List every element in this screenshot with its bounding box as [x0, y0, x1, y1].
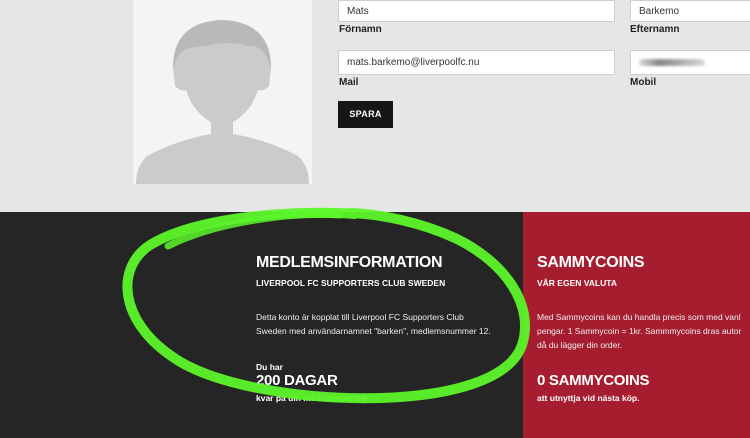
sammycoins-subtitle: VÅR EGEN VALUTA: [537, 278, 617, 288]
blurred-phone-number: [639, 59, 705, 66]
phone-label: Mobil: [630, 77, 657, 88]
first-name-label: Förnamn: [339, 24, 382, 35]
days-caption: kvar på din medlemsperiod: [256, 393, 367, 403]
avatar[interactable]: [133, 0, 312, 184]
days-remaining: 200 DAGAR: [256, 372, 338, 389]
sammycoins-balance: 0 SAMMYCOINS: [537, 372, 650, 389]
email-label: Mail: [339, 77, 359, 88]
save-button[interactable]: SPARA: [338, 101, 393, 128]
membership-title: MEDLEMSINFORMATION: [256, 254, 443, 271]
sammycoins-description-line-1: Med Sammycoins kan du handla precis som …: [537, 312, 741, 322]
membership-description: Detta konto är kopplat till Liverpool FC…: [256, 310, 491, 338]
sammycoins-title: SAMMYCOINS: [537, 254, 645, 271]
sammycoins-description-line-3: då du lägger din order.: [537, 340, 623, 350]
email-field[interactable]: mats.barkemo@liverpoolfc.nu: [338, 50, 615, 75]
membership-description-line-2: Sweden med användarnamnet "barken", medl…: [256, 326, 491, 336]
last-name-label: Efternamn: [630, 24, 680, 35]
phone-field[interactable]: [630, 50, 750, 75]
membership-subtitle: LIVERPOOL FC SUPPORTERS CLUB SWEDEN: [256, 278, 446, 288]
sammycoins-panel: SAMMYCOINS VÅR EGEN VALUTA Med Sammycoin…: [523, 212, 750, 438]
profile-section: Mats Förnamn Barkemo Efternamn mats.bark…: [0, 0, 750, 212]
sammycoins-description: Med Sammycoins kan du handla precis som …: [537, 310, 741, 352]
sammycoins-balance-caption: att utnyttja vid nästa köp.: [537, 393, 640, 403]
du-har-label: Du har: [256, 362, 283, 372]
last-name-field[interactable]: Barkemo: [630, 0, 750, 22]
first-name-field[interactable]: Mats: [338, 0, 615, 22]
sammycoins-description-line-2: pengar. 1 Sammycoin = 1kr. Sammmycoins d…: [537, 326, 742, 336]
membership-info-panel: MEDLEMSINFORMATION LIVERPOOL FC SUPPORTE…: [0, 212, 523, 438]
default-user-silhouette-icon: [136, 20, 309, 184]
membership-description-line-1: Detta konto är kopplat till Liverpool FC…: [256, 312, 464, 322]
